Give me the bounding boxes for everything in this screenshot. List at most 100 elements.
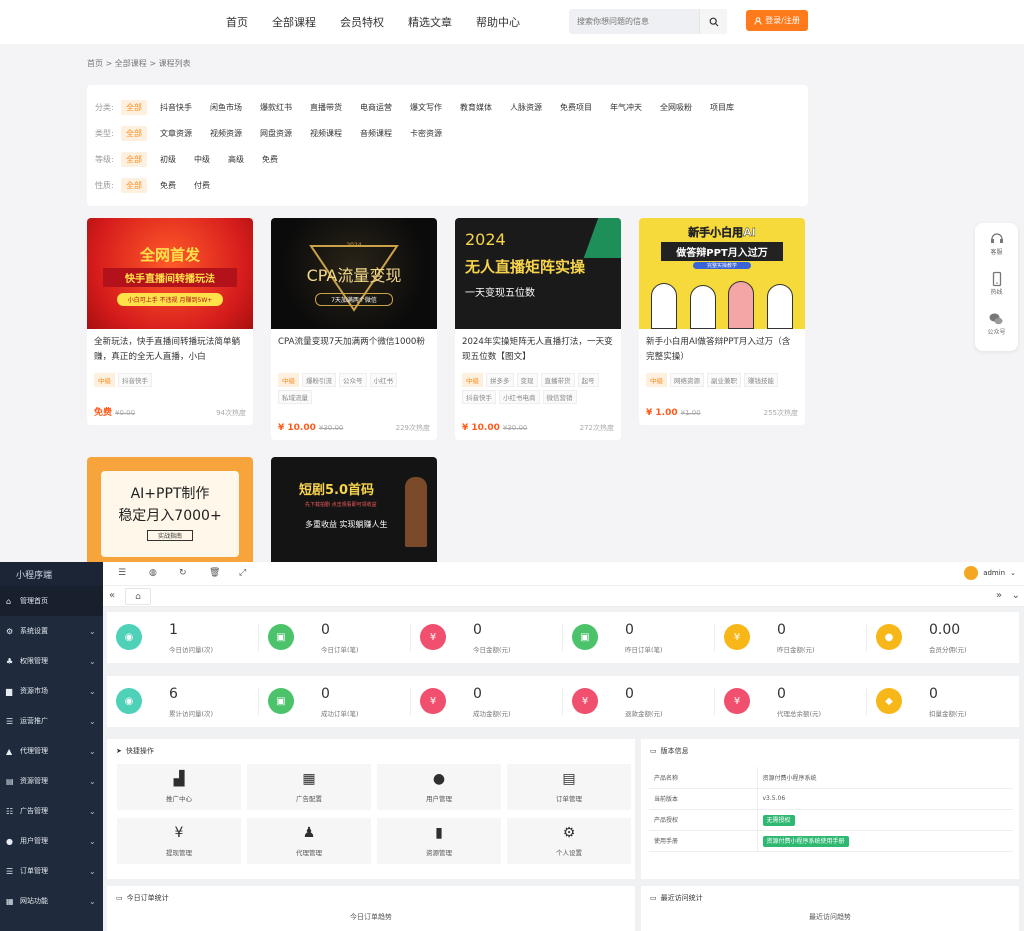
menu-item-home[interactable]: ⌂ 管理首页 — [0, 586, 103, 616]
cover-accent — [583, 218, 621, 258]
quick-order-button[interactable]: ▤ 订单管理 — [507, 764, 631, 810]
nav-help[interactable]: 帮助中心 — [476, 14, 520, 30]
course-cover: 2024 无人直播矩阵实操 一天变现五位数 — [455, 218, 621, 329]
visit-stats-panel: ▭ 最近访问统计 最近访问趋势 — [641, 886, 1019, 931]
nav-membership[interactable]: 会员特权 — [340, 14, 384, 30]
filter-item[interactable]: 项目库 — [705, 100, 739, 115]
quick-promotion-button[interactable]: ▟ 推广中心 — [117, 764, 241, 810]
course-price: ¥ 10.00 — [278, 423, 316, 433]
course-card[interactable]: 短剧5.0首码 先下载拍剧 点击观看即可领收益 多重收益 实现躺赚人生 — [271, 457, 437, 562]
floating-sidebar: 客服 热线 公众号 — [975, 223, 1018, 351]
menu-item-agent[interactable]: ▲ 代理管理 ⌄ — [0, 736, 103, 766]
menu-item-system[interactable]: ⚙ 系统设置 ⌄ — [0, 616, 103, 646]
search-box — [569, 9, 727, 34]
filter-item[interactable]: 网盘资源 — [255, 126, 297, 141]
nav-all-courses[interactable]: 全部课程 — [272, 14, 316, 30]
customer-service-button[interactable]: 客服 — [989, 231, 1005, 271]
filter-item[interactable]: 高级 — [223, 152, 249, 167]
stat-value: 0 — [625, 686, 634, 702]
course-heat: 94次热度 — [216, 409, 246, 417]
menu-item-ad[interactable]: ☷ 广告管理 ⌄ — [0, 796, 103, 826]
filter-item[interactable]: 人脉资源 — [505, 100, 547, 115]
filter-item[interactable]: 全部 — [121, 99, 147, 115]
quick-ad-config-button[interactable]: ▦ 广告配置 — [247, 764, 371, 810]
course-tag: 小红书电商 — [499, 390, 540, 404]
course-card[interactable]: AI+PPT制作 稳定月入7000+ 实战指南 — [87, 457, 253, 562]
tabs-left-arrow-icon[interactable]: « — [109, 590, 115, 601]
filter-item[interactable]: 免费 — [257, 152, 283, 167]
filter-item[interactable]: 全部 — [121, 125, 147, 141]
cover-note: 一天变现五位数 — [465, 288, 535, 299]
filter-item[interactable]: 全部 — [121, 177, 147, 193]
trash-icon[interactable]: 🗑 — [209, 568, 220, 578]
filter-item[interactable]: 电商运营 — [355, 100, 397, 115]
filter-item[interactable]: 付费 — [189, 178, 215, 193]
quick-settings-button[interactable]: ⚙ 个人设置 — [507, 818, 631, 864]
chevron-down-icon[interactable]: ⌄ — [1012, 590, 1020, 601]
tabs-right-arrow-icon[interactable]: » — [996, 590, 1002, 601]
refresh-icon[interactable]: ↻ — [179, 568, 187, 578]
search-icon[interactable] — [699, 9, 727, 34]
menu-item-promotion[interactable]: ☰ 运营推广 ⌄ — [0, 706, 103, 736]
fullscreen-icon[interactable]: ⤢ — [239, 568, 246, 578]
headset-icon — [990, 233, 1003, 243]
filter-item[interactable]: 直播带货 — [305, 100, 347, 115]
filter-item[interactable]: 免费 — [155, 178, 181, 193]
filter-item[interactable]: 初级 — [155, 152, 181, 167]
search-input[interactable] — [569, 9, 697, 34]
nav-articles[interactable]: 精选文章 — [408, 14, 452, 30]
filter-item[interactable]: 抖音快手 — [155, 100, 197, 115]
filter-item[interactable]: 文章资源 — [155, 126, 197, 141]
menu-label: 系统设置 — [20, 627, 48, 635]
filter-item[interactable]: 全网吸粉 — [655, 100, 697, 115]
stat-card: ◉ 1 今日访问量(次) — [107, 612, 259, 663]
menu-label: 权限管理 — [20, 657, 48, 665]
user-menu[interactable]: admin ⌄ — [964, 566, 1016, 580]
filter-item[interactable]: 视频资源 — [205, 126, 247, 141]
stat-label: 今日访问量(次) — [169, 646, 214, 654]
login-button[interactable]: 登录/注册 — [746, 10, 808, 31]
filter-item[interactable]: 爆文写作 — [405, 100, 447, 115]
filter-item[interactable]: 音频课程 — [355, 126, 397, 141]
quick-resource-button[interactable]: ▮ 资源管理 — [377, 818, 501, 864]
filter-label: 性质: — [95, 180, 114, 190]
menu-item-site[interactable]: ▦ 网站功能 ⌄ — [0, 886, 103, 916]
tab-home[interactable]: ⌂ — [125, 588, 151, 605]
filter-item[interactable]: 免费项目 — [555, 100, 597, 115]
quick-user-button[interactable]: ● 用户管理 — [377, 764, 501, 810]
filter-item[interactable]: 闲鱼市场 — [205, 100, 247, 115]
menu-toggle-icon[interactable]: ☰ — [118, 568, 126, 578]
quick-agent-button[interactable]: ♟ 代理管理 — [247, 818, 371, 864]
course-card[interactable]: 2024 CPA流量变现 7天加满两个微信 CPA流量变现7天加满两个微信100… — [271, 218, 437, 440]
wechat-button[interactable]: 公众号 — [987, 311, 1006, 351]
menu-item-resource[interactable]: ▤ 资源管理 ⌄ — [0, 766, 103, 796]
menu-item-order[interactable]: ☰ 订单管理 ⌄ — [0, 856, 103, 886]
chevron-down-icon: ⌄ — [89, 836, 96, 846]
menu-item-user[interactable]: ● 用户管理 ⌄ — [0, 826, 103, 856]
filter-item[interactable]: 年气冲天 — [605, 100, 647, 115]
menu-item-market[interactable]: ▆ 资源市场 ⌄ — [0, 676, 103, 706]
filter-item[interactable]: 视频课程 — [305, 126, 347, 141]
course-tag: 副业兼职 — [707, 373, 741, 387]
menu-label: 运营推广 — [20, 717, 48, 725]
course-card[interactable]: 新手小白用AI 做答辩PPT月入过万 完整实操教学 新手小白用AI做答辩PPT月… — [639, 218, 805, 425]
filter-item[interactable]: 卡密资源 — [405, 126, 447, 141]
stat-label: 扣量金额(元) — [929, 710, 967, 718]
course-card[interactable]: 全网首发 快手直播间转播玩法 小白可上手 不违规 月赚到5W+ 全新玩法，快手直… — [87, 218, 253, 425]
stat-value: 0 — [321, 622, 330, 638]
menu-item-permission[interactable]: ♣ 权限管理 ⌄ — [0, 646, 103, 676]
filter-item[interactable]: 教育媒体 — [455, 100, 497, 115]
hotline-button[interactable]: 热线 — [989, 271, 1005, 311]
globe-icon[interactable]: ◍ — [149, 568, 157, 578]
panel-title-text: 今日订单统计 — [126, 894, 169, 902]
nav-home[interactable]: 首页 — [226, 14, 248, 30]
order-icon: ☰ — [6, 866, 14, 876]
filter-item[interactable]: 中级 — [189, 152, 215, 167]
course-card[interactable]: 2024 无人直播矩阵实操 一天变现五位数 2024年实操矩阵无人直播打法，一天… — [455, 218, 621, 440]
filter-item[interactable]: 爆款红书 — [255, 100, 297, 115]
eye-icon: ◉ — [116, 688, 142, 714]
quick-withdraw-button[interactable]: ¥ 提现管理 — [117, 818, 241, 864]
manual-link[interactable]: 资源付费小程序系统使用手册 — [762, 836, 849, 847]
filter-item[interactable]: 全部 — [121, 151, 147, 167]
chevron-down-icon: ⌄ — [89, 686, 96, 696]
